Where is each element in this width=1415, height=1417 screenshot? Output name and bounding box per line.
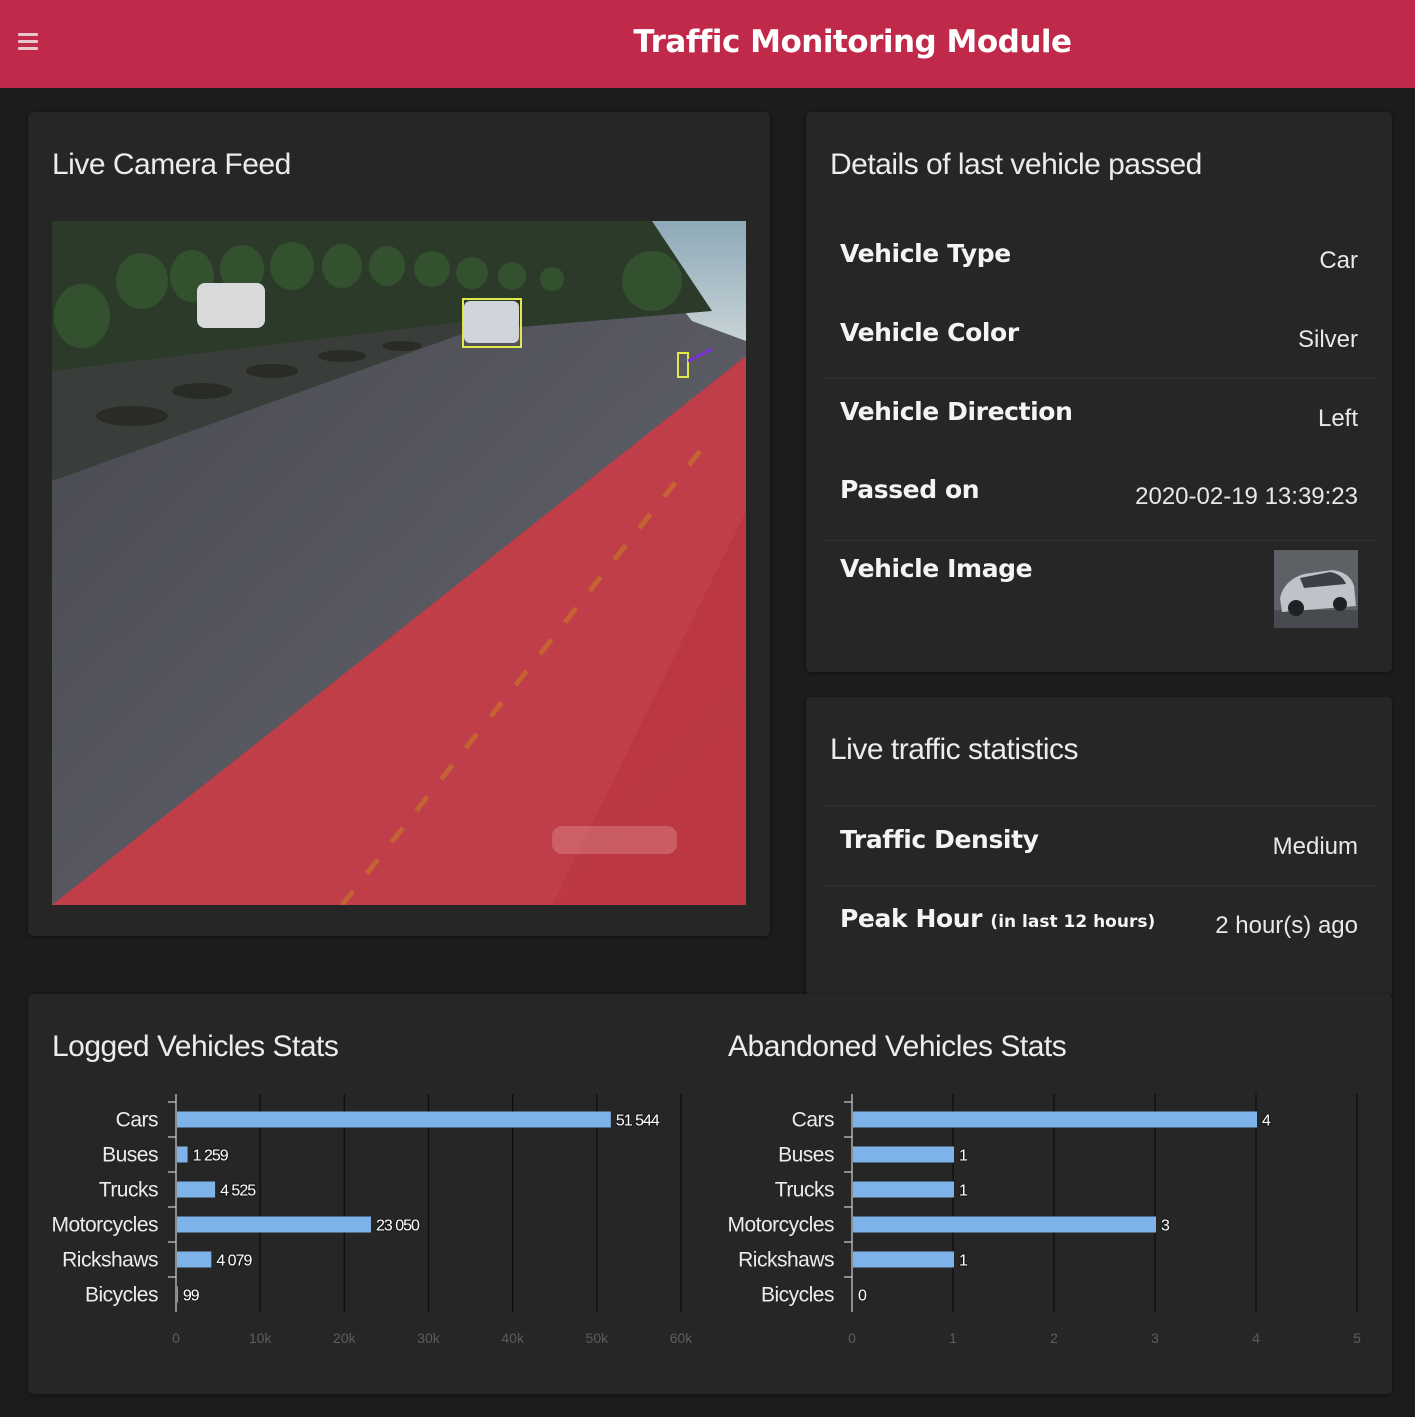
data-label: 1 bbox=[959, 1148, 968, 1165]
vehicle-type-value: Car bbox=[1319, 247, 1358, 274]
data-label: 4 bbox=[1262, 1113, 1271, 1130]
data-label: 4 079 bbox=[216, 1253, 252, 1270]
bar[interactable] bbox=[177, 1216, 372, 1233]
category-label: Bicycles bbox=[85, 1284, 158, 1307]
stats-card-title: Live traffic statistics bbox=[830, 733, 1079, 766]
vehicle-image-label: Vehicle Image bbox=[840, 554, 1033, 583]
vehicle-direction-row: Vehicle Direction Left bbox=[820, 387, 1378, 457]
bar[interactable] bbox=[177, 1146, 188, 1163]
bar[interactable] bbox=[853, 1181, 954, 1198]
x-tick-label: 40k bbox=[501, 1330, 525, 1346]
passed-on-row: Passed on 2020-02-19 13:39:23 bbox=[820, 465, 1378, 535]
vehicle-color-value: Silver bbox=[1297, 326, 1358, 353]
category-label: Rickshaws bbox=[738, 1249, 834, 1272]
bar[interactable] bbox=[177, 1181, 216, 1198]
divider bbox=[820, 805, 1378, 806]
data-label: 1 259 bbox=[193, 1148, 229, 1165]
vehicle-type-label: Vehicle Type bbox=[840, 239, 1011, 268]
vehicle-image-row: Vehicle Image bbox=[820, 544, 1378, 634]
divider bbox=[820, 885, 1378, 886]
vehicle-direction-label: Vehicle Direction bbox=[840, 397, 1073, 426]
x-tick-label: 4 bbox=[1252, 1330, 1260, 1346]
top-app-bar: Traffic Monitoring Module bbox=[0, 0, 1415, 88]
bar[interactable] bbox=[177, 1286, 178, 1303]
details-card-title: Details of last vehicle passed bbox=[830, 148, 1202, 181]
category-label: Bicycles bbox=[761, 1284, 834, 1307]
peak-hour-note: (in last 12 hours) bbox=[990, 912, 1156, 932]
x-tick-label: 0 bbox=[172, 1330, 180, 1346]
vehicle-color-row: Vehicle Color Silver bbox=[820, 308, 1378, 378]
passed-on-value: 2020-02-19 13:39:23 bbox=[1135, 483, 1358, 510]
vehicle-type-row: Vehicle Type Car bbox=[820, 229, 1378, 299]
bar[interactable] bbox=[177, 1251, 212, 1268]
x-tick-label: 1 bbox=[949, 1330, 957, 1346]
live-traffic-stats-card: Live traffic statistics Traffic Density … bbox=[806, 697, 1392, 997]
passed-on-label: Passed on bbox=[840, 475, 980, 504]
peak-hour-row: Peak Hour (in last 12 hours) 2 hour(s) a… bbox=[820, 894, 1378, 964]
bar[interactable] bbox=[853, 1146, 954, 1163]
logged-chart-title: Logged Vehicles Stats bbox=[52, 1030, 339, 1063]
bar[interactable] bbox=[853, 1251, 954, 1268]
bar[interactable] bbox=[853, 1111, 1257, 1128]
category-label: Trucks bbox=[99, 1179, 158, 1202]
vehicle-direction-value: Left bbox=[1317, 405, 1358, 432]
bar[interactable] bbox=[853, 1216, 1156, 1233]
data-label: 1 bbox=[959, 1253, 968, 1270]
abandoned-chart-title: Abandoned Vehicles Stats bbox=[728, 1030, 1067, 1063]
category-label: Motorcycles bbox=[727, 1214, 834, 1237]
peak-hour-text: Peak Hour bbox=[840, 904, 983, 933]
logged-vehicles-chart: 0 10k 20k 30k 40k 50k 60k Cars 51 544 Buses 1 259 T… bbox=[51, 1094, 694, 1346]
data-label: 23 050 bbox=[376, 1218, 420, 1235]
divider bbox=[820, 378, 1378, 379]
traffic-density-value: Medium bbox=[1272, 833, 1358, 860]
x-tick-label: 3 bbox=[1151, 1330, 1159, 1346]
data-label: 99 bbox=[183, 1288, 200, 1305]
category-label: Buses bbox=[102, 1144, 158, 1167]
category-label: Cars bbox=[116, 1109, 158, 1132]
category-label: Trucks bbox=[775, 1179, 834, 1202]
peak-hour-value: 2 hour(s) ago bbox=[1215, 912, 1358, 939]
vehicle-color-label: Vehicle Color bbox=[840, 318, 1019, 347]
vehicle-stats-card: Logged Vehicles Stats Abandoned Vehicles… bbox=[28, 994, 1392, 1394]
x-tick-label: 30k bbox=[417, 1330, 441, 1346]
app-title: Traffic Monitoring Module bbox=[633, 24, 1072, 60]
camera-feed-video bbox=[52, 221, 746, 905]
category-label: Cars bbox=[792, 1109, 834, 1132]
category-label: Buses bbox=[778, 1144, 834, 1167]
bar[interactable] bbox=[177, 1111, 611, 1128]
x-tick-label: 5 bbox=[1353, 1330, 1361, 1346]
x-tick-label: 2 bbox=[1050, 1330, 1058, 1346]
data-label: 3 bbox=[1161, 1218, 1170, 1235]
traffic-density-row: Traffic Density Medium bbox=[820, 815, 1378, 885]
x-tick-label: 60k bbox=[670, 1330, 694, 1346]
peak-hour-label: Peak Hour (in last 12 hours) bbox=[840, 904, 1155, 933]
data-label: 0 bbox=[858, 1288, 867, 1305]
live-camera-card: Live Camera Feed bbox=[28, 112, 770, 936]
x-tick-label: 20k bbox=[333, 1330, 357, 1346]
vehicle-thumbnail-image[interactable] bbox=[1274, 550, 1358, 628]
x-tick-label: 10k bbox=[249, 1330, 273, 1346]
x-tick-label: 50k bbox=[586, 1330, 610, 1346]
data-label: 1 bbox=[959, 1183, 968, 1200]
category-label: Motorcycles bbox=[51, 1214, 158, 1237]
divider bbox=[820, 540, 1378, 541]
camera-card-title: Live Camera Feed bbox=[52, 148, 291, 181]
data-label: 51 544 bbox=[616, 1113, 660, 1130]
traffic-density-label: Traffic Density bbox=[840, 825, 1039, 854]
last-vehicle-card: Details of last vehicle passed Vehicle T… bbox=[806, 112, 1392, 672]
category-label: Rickshaws bbox=[62, 1249, 158, 1272]
data-label: 4 525 bbox=[220, 1183, 256, 1200]
abandoned-vehicles-chart: 0 1 2 3 4 5 Cars 4 Buses 1 Trucks 1 Motorcycles 3 Rick… bbox=[727, 1094, 1361, 1346]
x-tick-label: 0 bbox=[848, 1330, 856, 1346]
